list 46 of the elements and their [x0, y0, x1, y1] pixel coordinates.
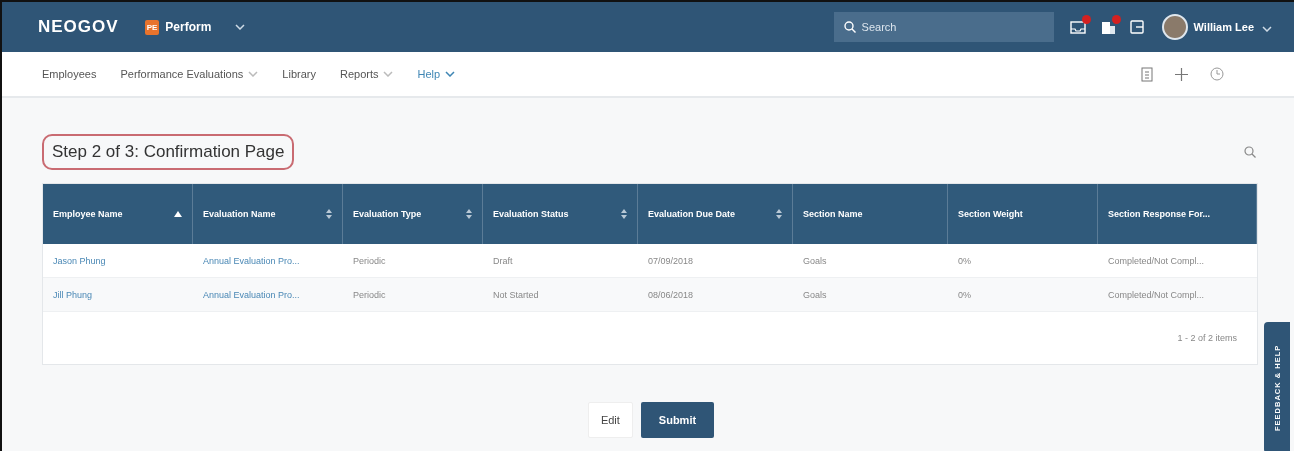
product-name[interactable]: Perform — [165, 20, 212, 34]
nav-link[interactable]: Help — [417, 68, 456, 80]
table-cell: Not Started — [483, 278, 638, 312]
sort-icon[interactable] — [776, 208, 782, 220]
plus-icon[interactable] — [1175, 67, 1188, 81]
table-link[interactable]: Jill Phung — [43, 278, 193, 312]
logout-icon[interactable] — [1129, 20, 1144, 34]
edit-button[interactable]: Edit — [587, 402, 633, 438]
table-link[interactable]: Annual Evaluation Pro... — [193, 278, 343, 312]
column-header[interactable]: Evaluation Due Date — [638, 184, 793, 244]
search-icon[interactable] — [1244, 146, 1256, 158]
chevron-down-icon — [235, 24, 246, 30]
product-badge: PE — [144, 19, 160, 35]
table-cell: Periodic — [343, 278, 483, 312]
chevron-down-icon — [1262, 26, 1272, 32]
search-icon — [843, 21, 856, 33]
notification-dot — [1111, 15, 1121, 24]
sort-icon[interactable] — [466, 208, 472, 220]
table-cell: 08/06/2018 — [638, 278, 793, 312]
inbox-icon[interactable] — [1069, 20, 1086, 34]
sort-ascending-icon[interactable] — [174, 211, 182, 217]
column-header[interactable]: Section Response For... — [1098, 184, 1257, 244]
brand-logo[interactable]: NEOGOV — [38, 17, 119, 37]
table-cell: 0% — [948, 278, 1098, 312]
nav-link[interactable]: Performance Evaluations — [120, 68, 259, 80]
user-avatar[interactable] — [1161, 14, 1188, 40]
page-title: Step 2 of 3: Confirmation Page — [42, 134, 295, 170]
submit-button[interactable]: Submit — [640, 402, 715, 438]
pager-text: 1 - 2 of 2 items — [1177, 333, 1237, 343]
column-header[interactable]: Evaluation Status — [483, 184, 638, 244]
column-header[interactable]: Section Name — [793, 184, 948, 244]
nav-link[interactable]: Library — [282, 68, 316, 80]
sort-icon[interactable] — [326, 208, 332, 220]
nav-link[interactable]: Employees — [42, 68, 97, 80]
table-cell: Goals — [793, 278, 948, 312]
building-icon[interactable] — [1099, 20, 1116, 34]
column-header[interactable]: Evaluation Name — [193, 184, 343, 244]
sort-icon[interactable] — [621, 208, 627, 220]
column-header[interactable]: Section Weight — [948, 184, 1098, 244]
column-header[interactable]: Employee Name — [43, 184, 193, 244]
table-cell: Completed/Not Compl... — [1098, 278, 1257, 312]
column-header[interactable]: Evaluation Type — [343, 184, 483, 244]
search-field[interactable]: Search — [833, 12, 1054, 42]
nav-link[interactable]: Reports — [339, 68, 394, 80]
notification-dot — [1081, 15, 1091, 24]
user-name[interactable]: William Lee — [1193, 21, 1254, 33]
